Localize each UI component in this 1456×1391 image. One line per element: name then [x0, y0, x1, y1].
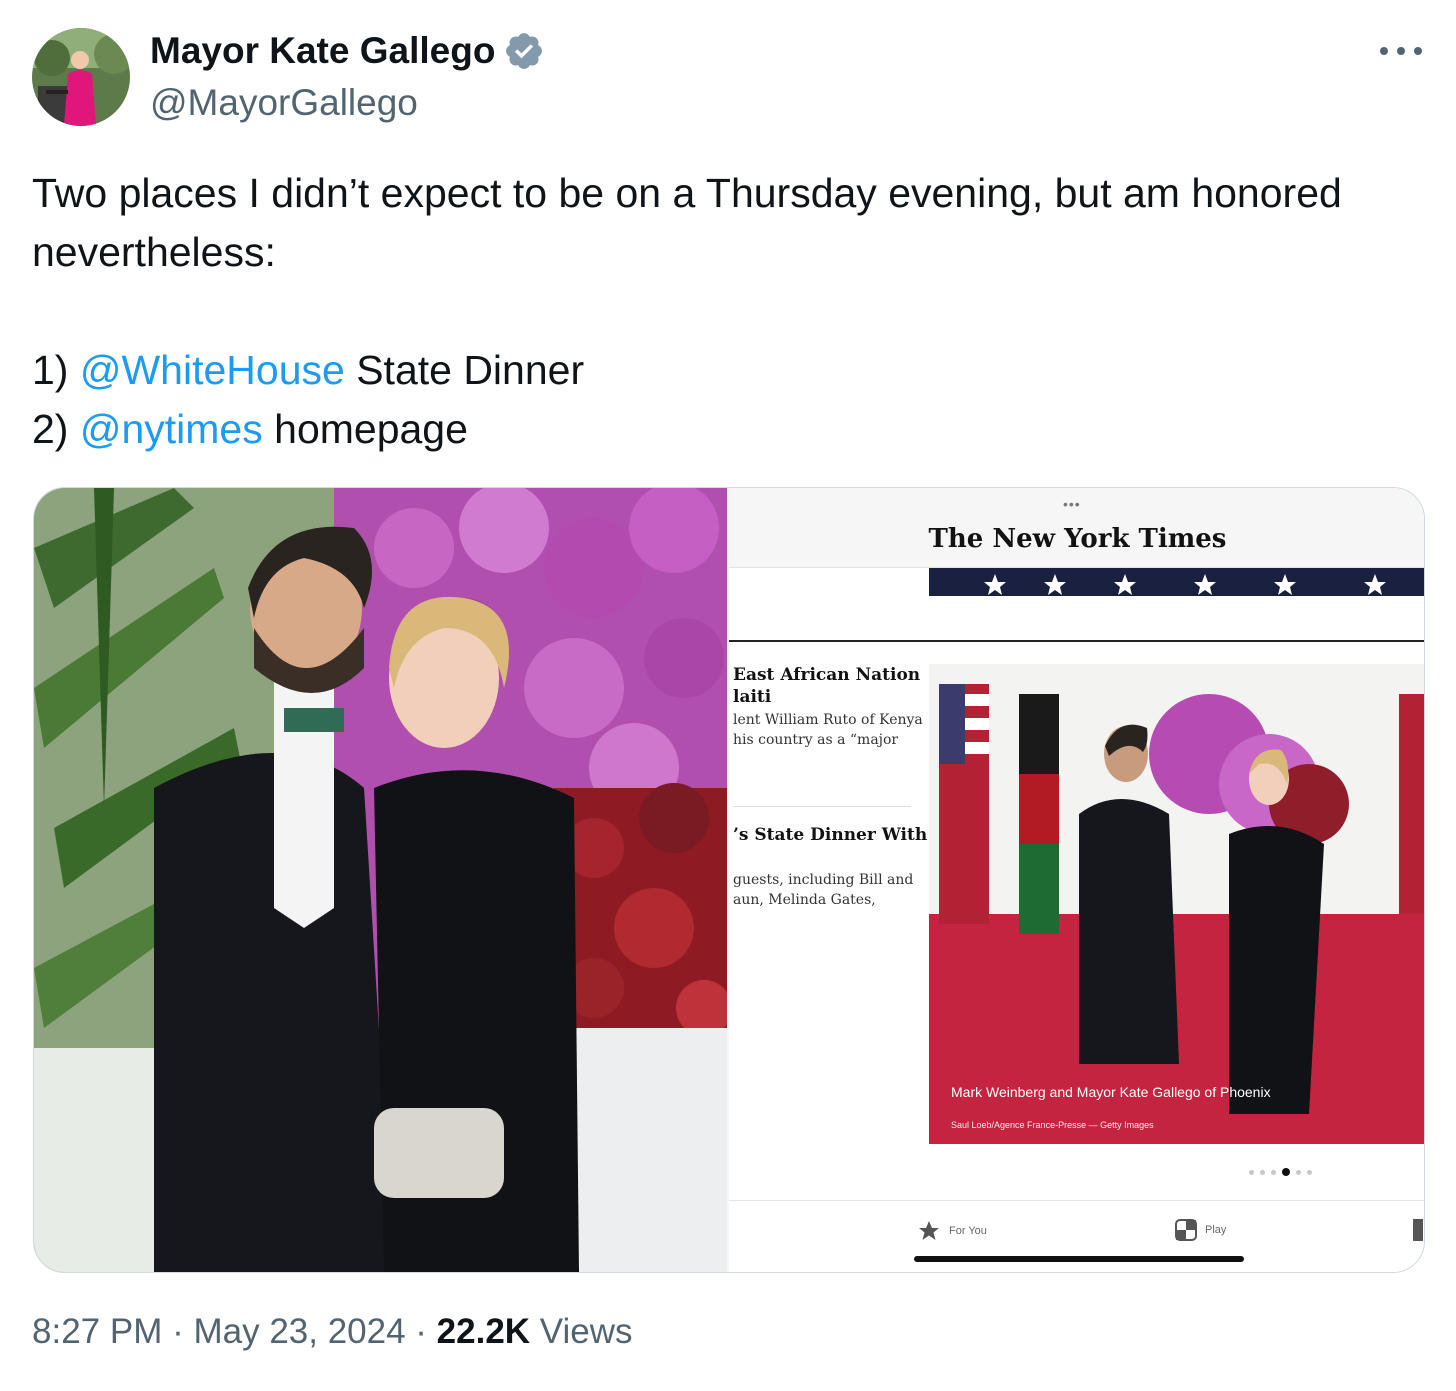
star-icon — [919, 1221, 939, 1240]
tweet-meta: 8:27 PM · May 23, 2024 · 22.2K Views — [32, 1312, 633, 1352]
views-label: Views — [530, 1312, 633, 1351]
tab-for-you[interactable]: For You — [917, 1219, 987, 1243]
pager-dot-active — [1282, 1168, 1290, 1176]
nyt-photo-credit: Saul Loeb/Agence France-Presse — Getty I… — [951, 1120, 1154, 1130]
tweet-date[interactable]: May 23, 2024 — [193, 1312, 405, 1351]
mention-nytimes[interactable]: @nytimes — [80, 406, 263, 452]
views-count[interactable]: 22.2K — [437, 1312, 530, 1351]
tab-for-you-label: For You — [949, 1225, 987, 1237]
more-dot — [1380, 47, 1388, 55]
author-handle[interactable]: @MayorGallego — [150, 82, 418, 124]
story-1-summary-2: his country as a “major — [733, 732, 899, 748]
story-2-summary-2: aun, Melinda Gates, — [733, 892, 876, 908]
item-2-suffix: homepage — [262, 406, 468, 452]
nyt-article-photo — [929, 664, 1424, 1144]
more-dot — [1414, 47, 1422, 55]
story-1-headline-2: laiti — [733, 687, 772, 707]
stars-graphic — [984, 574, 1386, 595]
more-options-icon[interactable] — [1380, 36, 1422, 66]
item-2-prefix: 2) — [32, 406, 80, 452]
tweet-time[interactable]: 8:27 PM — [32, 1312, 162, 1351]
nyt-menu-dots: ••• — [1063, 496, 1081, 512]
story-2-headline-1: ’s State Dinner With — [733, 825, 928, 845]
pager-dot — [1296, 1169, 1301, 1175]
carousel-pager — [1249, 1168, 1312, 1176]
pager-dot — [1249, 1169, 1254, 1175]
tweet-line-item-2: 2) @nytimes homepage — [32, 400, 1427, 459]
media-grid: ••• The New York Times East African Nati… — [33, 487, 1425, 1273]
flag-stars-banner — [929, 568, 1424, 596]
nyt-photo-illustration — [929, 664, 1424, 1144]
home-indicator — [914, 1256, 1244, 1262]
avatar-photo — [32, 28, 130, 126]
section-rule — [729, 640, 1424, 642]
mention-whitehouse[interactable]: @WhiteHouse — [80, 347, 345, 393]
photo-illustration — [34, 488, 727, 1272]
tweet-text: Two places I didn’t expect to be on a Th… — [32, 164, 1427, 459]
item-1-suffix: State Dinner — [344, 347, 585, 393]
tab-play-label: Play — [1205, 1224, 1227, 1236]
nyt-photo-caption: Mark Weinberg and Mayor Kate Gallego of … — [951, 1084, 1271, 1100]
author-name-text[interactable]: Mayor Kate Gallego — [150, 30, 495, 72]
verified-badge-icon — [506, 33, 543, 69]
tab-play[interactable]: Play — [1175, 1219, 1226, 1241]
story-2-summary-1: guests, including Bill and — [733, 872, 914, 888]
sections-icon[interactable] — [1413, 1219, 1423, 1241]
meta-separator: · — [162, 1312, 194, 1351]
couple-at-state-dinner-photo[interactable] — [34, 488, 727, 1272]
tweet-line-item-1: 1) @WhiteHouse State Dinner — [32, 341, 1427, 400]
tweet-line-1: Two places I didn’t expect to be on a Th… — [32, 170, 1342, 275]
avatar[interactable] — [32, 28, 130, 126]
pager-dot — [1260, 1169, 1265, 1175]
games-icon — [1175, 1219, 1197, 1241]
more-dot — [1397, 47, 1405, 55]
nytimes-screenshot[interactable]: ••• The New York Times East African Nati… — [729, 488, 1424, 1272]
nyt-logo: The New York Times — [928, 524, 1227, 554]
author-name[interactable]: Mayor Kate Gallego — [150, 30, 545, 72]
pager-dot — [1271, 1169, 1276, 1175]
pager-dot — [1307, 1169, 1312, 1175]
story-divider — [733, 806, 911, 807]
item-1-prefix: 1) — [32, 347, 80, 393]
story-1-headline-1: East African Nation — [733, 665, 921, 685]
meta-separator: · — [405, 1312, 437, 1351]
nyt-header-bar: ••• The New York Times — [729, 488, 1424, 568]
story-1-summary-1: lent William Ruto of Kenya — [733, 712, 923, 728]
